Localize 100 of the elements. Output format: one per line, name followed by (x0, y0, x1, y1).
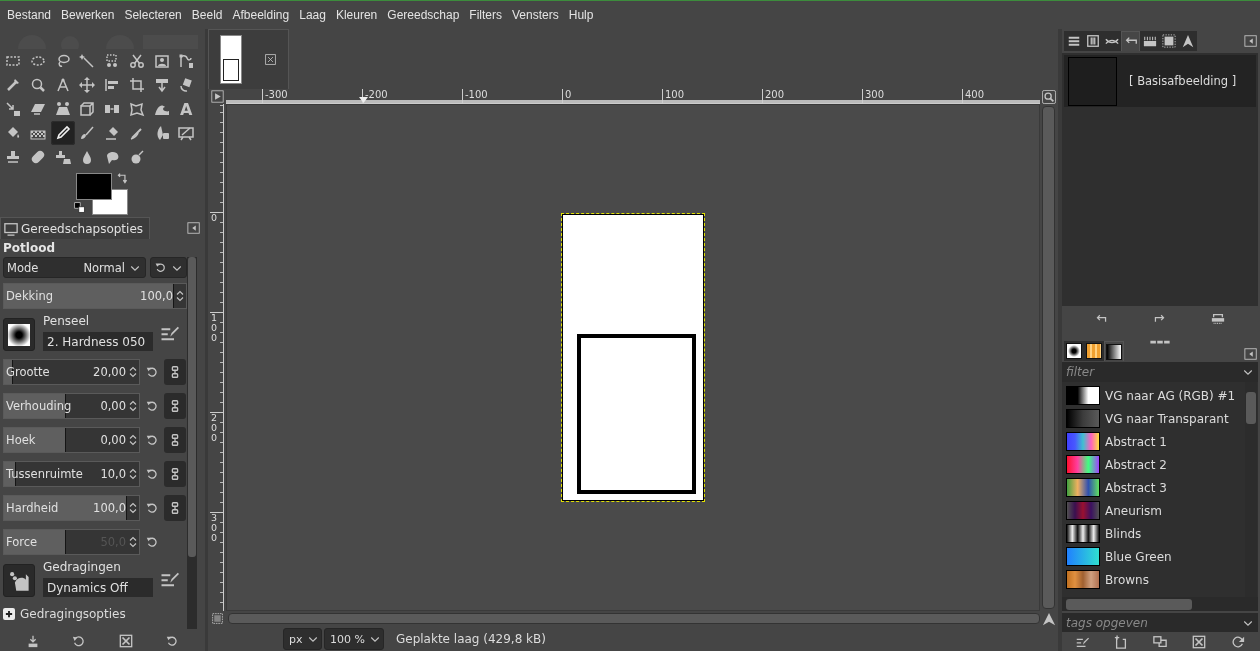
dock-tab[interactable] (1064, 341, 1084, 361)
delete-icon[interactable] (118, 633, 133, 648)
zoom-icon[interactable] (1042, 89, 1056, 104)
menu-item[interactable]: Kleuren (330, 8, 383, 22)
spin-arrows-icon[interactable] (127, 434, 139, 446)
image-tab[interactable] (208, 29, 289, 89)
tool-button[interactable] (50, 121, 75, 145)
dock-menu-icon[interactable] (1244, 347, 1258, 361)
scrollbar[interactable] (228, 613, 1040, 624)
refresh-icon[interactable] (1231, 635, 1246, 649)
menu-item[interactable]: Bewerken (56, 8, 120, 22)
spin-arrows-icon[interactable] (174, 290, 186, 302)
dock-tab[interactable] (1140, 31, 1159, 51)
dock-menu-icon[interactable] (1244, 34, 1258, 48)
menu-item[interactable]: Vensters (507, 8, 564, 22)
swap-arrows-icon[interactable] (116, 172, 129, 185)
scrollbar[interactable] (1062, 597, 1258, 611)
reset-icon[interactable] (145, 467, 159, 481)
quick-mask-icon[interactable] (210, 612, 224, 625)
gradient-item[interactable]: VG naar Transparant (1062, 407, 1244, 430)
reset-icon[interactable] (145, 501, 159, 515)
reset-dropdown[interactable] (150, 257, 187, 278)
new-icon[interactable] (1113, 635, 1128, 649)
spin-slider[interactable]: Tussenruimte 10,0 (4, 462, 127, 486)
chain-button[interactable] (164, 359, 186, 385)
navigation-arrow-icon[interactable] (1042, 611, 1056, 626)
dock-tab[interactable] (1084, 341, 1104, 361)
dock-tab[interactable] (1102, 31, 1121, 51)
gradient-item[interactable]: Aneurism (1062, 499, 1244, 522)
dock-tab[interactable] (1083, 31, 1102, 51)
panel-tab[interactable]: Gereedschapsopties (0, 217, 151, 239)
reset-icon[interactable] (145, 399, 159, 413)
expander-label[interactable]: Gedragingsopties (20, 607, 126, 621)
dynamics-preview[interactable] (3, 564, 35, 597)
navigate-icon[interactable] (210, 90, 224, 103)
perspective-stamp-icon (54, 149, 71, 165)
gradient-item[interactable]: Browns (1062, 568, 1244, 591)
clear-history-icon[interactable] (1211, 311, 1226, 326)
spin-slider[interactable]: Dekking 100,0 (4, 284, 174, 308)
close-icon[interactable] (264, 53, 277, 66)
chain-button[interactable] (164, 495, 186, 521)
tool-button[interactable]: A (174, 97, 199, 121)
tags-field[interactable]: tags opgeven (1062, 613, 1258, 632)
gradient-item[interactable]: Abstract 2 (1062, 453, 1244, 476)
gradient-item[interactable]: Abstract 3 (1062, 476, 1244, 499)
history-item[interactable]: [ Basisafbeelding ] (1064, 55, 1256, 107)
redo-icon[interactable] (1153, 312, 1166, 325)
menu-item[interactable]: Gereedschap (382, 8, 465, 22)
scrollbar[interactable] (187, 257, 197, 629)
reset-icon[interactable] (145, 535, 159, 549)
duplicate-icon[interactable] (1152, 635, 1167, 649)
gradient-item[interactable]: Abstract 1 (1062, 430, 1244, 453)
reset-icon[interactable] (145, 365, 159, 379)
scrollbar[interactable] (1042, 106, 1055, 609)
ruler-label: 100 (211, 313, 218, 343)
dock-tab[interactable] (1104, 341, 1124, 361)
default-colors-icon[interactable] (74, 202, 85, 213)
spin-arrows-icon[interactable] (127, 468, 139, 480)
spin-slider[interactable]: Grootte 20,00 (4, 360, 127, 384)
menu-item[interactable]: Afbeelding (227, 8, 295, 22)
chain-button[interactable] (164, 393, 186, 419)
zoom-dropdown[interactable]: 100 % (324, 628, 384, 650)
canvas[interactable] (226, 104, 1040, 611)
spin-arrows-icon[interactable] (127, 536, 139, 548)
gradient-item[interactable]: Blue Green (1062, 545, 1244, 568)
pointer-icon (1180, 34, 1195, 48)
mode-dropdown[interactable]: Mode Normal (3, 257, 146, 278)
dynamics-field[interactable]: Dynamics Off (43, 578, 153, 597)
menu-item[interactable]: Laag (294, 8, 331, 22)
ruler-label: 200 (211, 413, 218, 443)
chain-button[interactable] (164, 461, 186, 487)
undo-icon[interactable] (1094, 312, 1108, 325)
cube-icon (79, 101, 96, 117)
menu-item[interactable]: Filters (464, 8, 507, 22)
dock-tab[interactable] (1064, 31, 1083, 51)
spin-slider[interactable]: Hardheid 100,0 (4, 496, 127, 520)
spin-arrows-icon[interactable] (127, 502, 139, 514)
delete-icon[interactable] (1192, 635, 1207, 649)
dock-tab[interactable] (1178, 31, 1197, 51)
spin-slider[interactable]: Hoek 0,00 (4, 428, 127, 452)
spin-arrows-icon[interactable] (127, 366, 139, 378)
menu-item[interactable]: Selecteren (119, 8, 187, 22)
gradient-item[interactable]: Blinds (1062, 522, 1244, 545)
restore-icon[interactable] (72, 633, 87, 648)
menu-item[interactable]: Bestand (2, 8, 57, 22)
chain-button[interactable] (164, 427, 186, 453)
color-swatches-drawing[interactable] (76, 173, 128, 215)
spin-arrows-icon[interactable] (127, 400, 139, 412)
edit-icon[interactable] (1074, 635, 1089, 649)
dock-tab[interactable] (1159, 31, 1178, 51)
menu-item[interactable]: Hulp (563, 8, 599, 22)
reset-icon[interactable] (145, 433, 159, 447)
menu-item[interactable]: Beeld (186, 8, 228, 22)
filter-field[interactable]: filter (1062, 362, 1258, 382)
brush-field[interactable]: 2. Hardness 050 (43, 332, 153, 351)
gradient-item[interactable]: VG naar AG (RGB) #1 (1062, 384, 1244, 407)
dock-menu-icon[interactable] (187, 221, 201, 235)
unit-dropdown[interactable]: px (283, 628, 322, 650)
brush-preview[interactable] (3, 318, 35, 351)
expander-icon[interactable] (3, 608, 15, 620)
